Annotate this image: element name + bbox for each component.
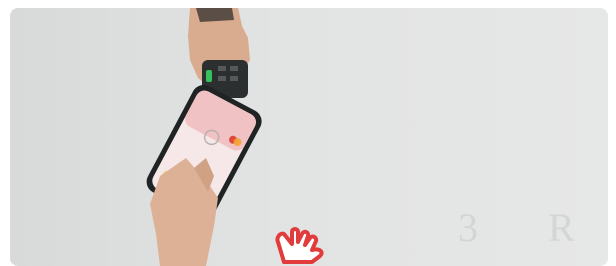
watermark: 3 R [458, 205, 605, 250]
hand-pointer-icon [275, 227, 324, 264]
